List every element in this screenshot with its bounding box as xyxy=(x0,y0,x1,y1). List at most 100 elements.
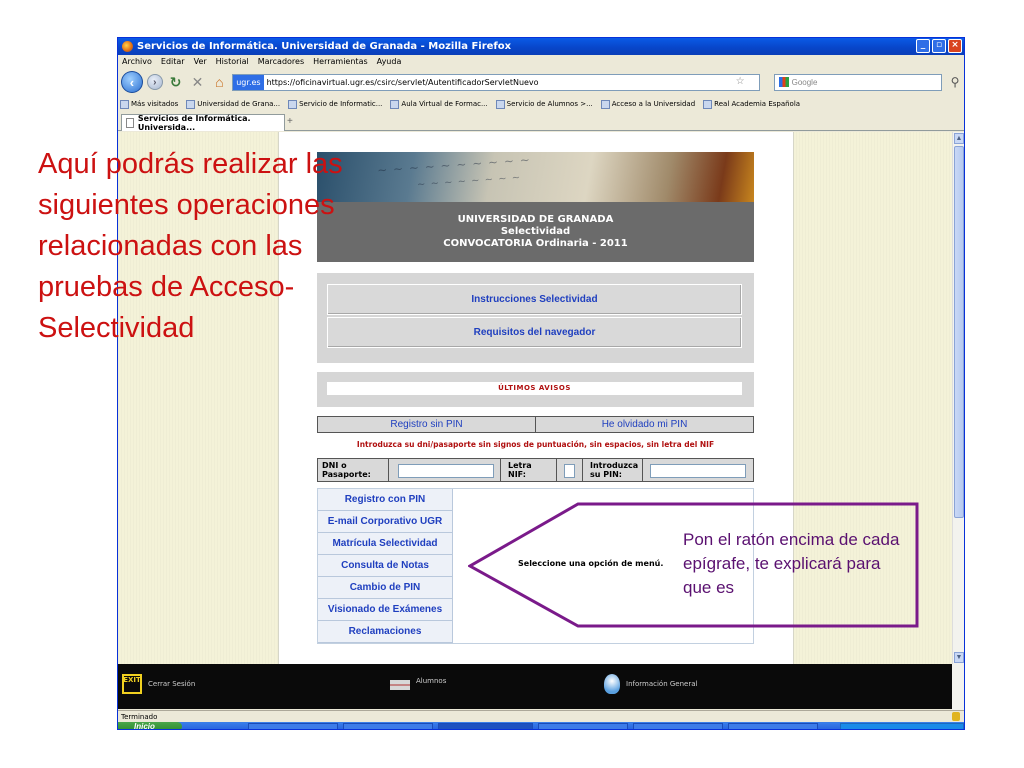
bookmark-item[interactable]: Más visitados xyxy=(120,99,178,109)
maximize-icon[interactable]: ▫ xyxy=(932,39,946,53)
requisitos-link[interactable]: Requisitos del navegador xyxy=(327,317,742,348)
annotation-left: Aquí podrás realizar las siguientes oper… xyxy=(38,148,343,344)
divider xyxy=(500,459,501,481)
bookmark-icon xyxy=(703,99,713,109)
menu-cambio-pin[interactable]: Cambio de PIN xyxy=(318,577,453,599)
taskbar-item[interactable] xyxy=(438,723,533,729)
vertical-scrollbar[interactable]: ▲ ▼ xyxy=(952,132,964,664)
login-instructions: Introduzca su dni/pasaporte sin signos d… xyxy=(356,440,715,449)
url-bar[interactable]: ugr.es https://oficinavirtual.ugr.es/csi… xyxy=(232,73,760,91)
informacion-general-button[interactable]: Información General xyxy=(604,674,697,694)
dni-input[interactable] xyxy=(398,464,494,478)
menu-ayuda[interactable]: Ayuda xyxy=(377,57,402,66)
pin-input[interactable] xyxy=(650,464,746,478)
dni-label: DNI o Pasaporte: xyxy=(322,461,371,479)
home-icon[interactable]: ⌂ xyxy=(210,74,228,90)
close-icon[interactable]: × xyxy=(948,39,962,53)
menu-editar[interactable]: Editar xyxy=(161,57,185,66)
menu-matricula[interactable]: Matrícula Selectividad xyxy=(318,533,453,555)
site-identity[interactable]: ugr.es xyxy=(233,74,264,90)
avisos-panel: ÚLTIMOS AVISOS xyxy=(317,372,754,407)
menu-consulta-notas[interactable]: Consulta de Notas xyxy=(318,555,453,577)
menu-marcadores[interactable]: Marcadores xyxy=(258,57,304,66)
menu-herramientas[interactable]: Herramientas xyxy=(313,57,368,66)
window-titlebar: Servicios de Informática. Universidad de… xyxy=(118,38,964,55)
tab-label: Servicios de Informática. Universida... xyxy=(137,114,251,132)
banner-script-decoration: ~ ~ ~ ~ ~ ~ ~ ~ xyxy=(416,172,522,191)
lock-icon[interactable] xyxy=(952,712,960,721)
menubar: Archivo Editar Ver Historial Marcadores … xyxy=(118,55,964,68)
bookmark-icon xyxy=(288,99,298,109)
menu-ver[interactable]: Ver xyxy=(194,57,207,66)
bookmark-item[interactable]: Universidad de Grana... xyxy=(186,99,280,109)
secondary-scrollbar[interactable] xyxy=(952,664,964,710)
search-placeholder: Google xyxy=(791,77,818,87)
menu-registro-con-pin[interactable]: Registro con PIN xyxy=(318,489,453,511)
menu-reclamaciones[interactable]: Reclamaciones xyxy=(318,621,453,643)
status-text: Terminado xyxy=(121,713,158,721)
cerrar-sesion-button[interactable]: EXIT Cerrar Sesión xyxy=(122,674,195,694)
bookmark-item[interactable]: Aula Virtual de Formac... xyxy=(390,99,488,109)
forward-icon[interactable]: › xyxy=(146,74,163,90)
taskbar-item[interactable] xyxy=(248,723,338,729)
nif-letter-input[interactable] xyxy=(564,464,575,478)
bookmark-icon xyxy=(495,99,505,109)
instructions-panel: Instrucciones Selectividad Requisitos de… xyxy=(317,273,754,363)
bookmark-icon xyxy=(600,99,610,109)
alumnos-button[interactable]: Alumnos xyxy=(390,672,446,690)
header-selectividad: Selectividad xyxy=(500,226,571,237)
windows-taskbar: Inicio xyxy=(118,722,964,729)
exit-icon: EXIT xyxy=(122,674,142,694)
start-button[interactable]: Inicio xyxy=(118,722,182,729)
cerrar-sesion-label: Cerrar Sesión xyxy=(148,680,196,688)
url-text: https://oficinavirtual.ugr.es/csirc/serv… xyxy=(266,77,539,87)
system-tray xyxy=(840,723,964,729)
bookmark-item[interactable]: Real Academia Española xyxy=(703,99,800,109)
registro-sin-pin-link[interactable]: Registro sin PIN xyxy=(318,417,536,432)
reload-icon[interactable]: ↻ xyxy=(167,74,185,91)
header-convocatoria: CONVOCATORIA Ordinaria - 2011 xyxy=(443,238,628,249)
stop-icon[interactable]: ✕ xyxy=(189,74,207,91)
nif-label: Letra NIF: xyxy=(508,461,532,479)
tab-servicios[interactable]: Servicios de Informática. Universida... xyxy=(121,114,285,132)
olvidado-pin-link[interactable]: He olvidado mi PIN xyxy=(536,417,753,432)
taskbar-item[interactable] xyxy=(633,723,723,729)
back-icon[interactable]: ‹ xyxy=(121,71,143,93)
pin-links-row: Registro sin PIN He olvidado mi PIN xyxy=(317,416,754,433)
bookmark-icon xyxy=(186,99,196,109)
students-icon xyxy=(390,680,410,690)
divider xyxy=(582,459,583,481)
minimize-icon[interactable]: _ xyxy=(916,39,930,53)
menu-archivo[interactable]: Archivo xyxy=(122,57,152,66)
bookmark-item[interactable]: Servicio de Alumnos >... xyxy=(495,99,593,109)
bookmark-item[interactable]: Servicio de Informatic... xyxy=(288,99,382,109)
divider xyxy=(388,459,389,481)
scroll-down-icon[interactable]: ▼ xyxy=(954,652,964,663)
banner-image: ~ ~ ~ ~ ~ ~ ~ ~ ~ ~ ~ ~ ~ ~ ~ ~ ~ ~ xyxy=(317,152,754,202)
instrucciones-link[interactable]: Instrucciones Selectividad xyxy=(327,284,742,315)
menu-historial[interactable]: Historial xyxy=(216,57,249,66)
scroll-up-icon[interactable]: ▲ xyxy=(954,133,964,144)
bookmark-item[interactable]: Acceso a la Universidad xyxy=(600,99,695,109)
bookmark-icon xyxy=(390,99,400,109)
taskbar-item[interactable] xyxy=(538,723,628,729)
new-tab-icon[interactable]: + xyxy=(287,116,293,127)
divider xyxy=(556,459,557,481)
bookmark-star-icon[interactable]: ☆ xyxy=(736,76,745,87)
status-bar: Terminado xyxy=(118,710,964,722)
navigation-toolbar: ‹ › ↻ ✕ ⌂ ugr.es https://oficinavirtual.… xyxy=(118,68,964,96)
menu-email-corporativo[interactable]: E-mail Corporativo UGR xyxy=(318,511,453,533)
divider xyxy=(642,459,643,481)
scrollbar-thumb[interactable] xyxy=(954,146,964,518)
avisos-title: ÚLTIMOS AVISOS xyxy=(327,382,742,395)
search-icon[interactable]: ⚲ xyxy=(946,75,964,89)
search-bar[interactable]: Google xyxy=(773,73,943,91)
info-icon xyxy=(604,674,620,694)
firefox-icon xyxy=(122,41,133,52)
header-university: UNIVERSIDAD DE GRANADA xyxy=(457,214,614,225)
window-title: Servicios de Informática. Universidad de… xyxy=(137,41,512,52)
taskbar-item[interactable] xyxy=(728,723,818,729)
taskbar-item[interactable] xyxy=(343,723,433,729)
menu-visionado-examenes[interactable]: Visionado de Exámenes xyxy=(318,599,453,621)
options-menu: Registro con PIN E-mail Corporativo UGR … xyxy=(318,489,453,645)
